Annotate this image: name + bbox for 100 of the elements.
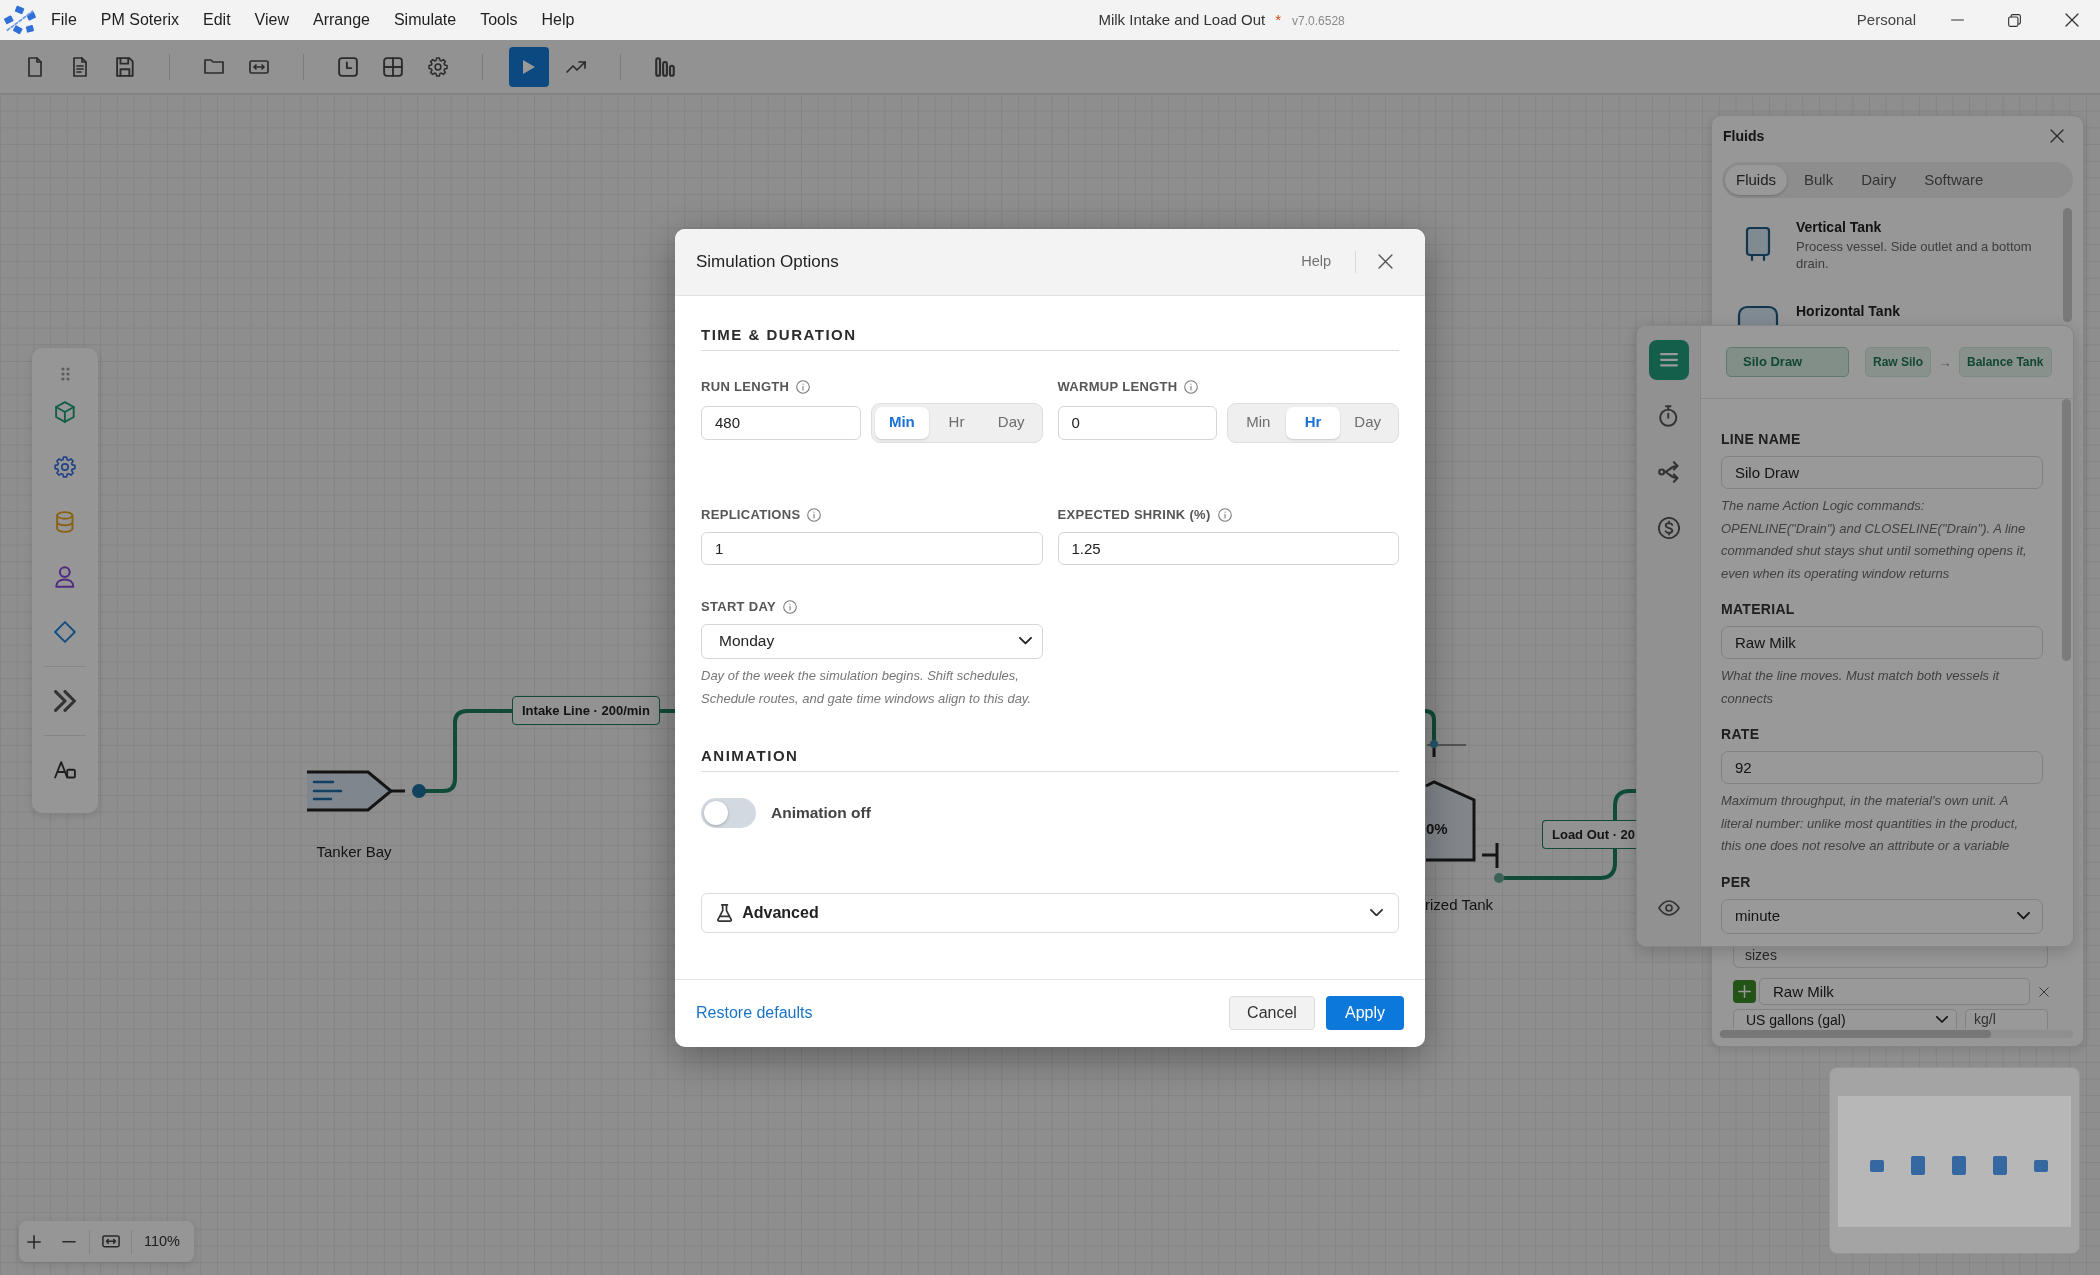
field-label: LINE NAME bbox=[1721, 431, 1802, 447]
scrollbar-track[interactable] bbox=[1720, 1030, 2073, 1038]
advanced-expander[interactable]: Advanced bbox=[701, 892, 1399, 933]
menu-item[interactable]: PM Soterix bbox=[88, 8, 192, 32]
scrollbar-thumb[interactable] bbox=[2063, 208, 2072, 322]
unit-option[interactable]: Day bbox=[983, 406, 1039, 439]
port-icon bbox=[412, 784, 426, 798]
person-icon[interactable] bbox=[55, 566, 75, 588]
folder-icon[interactable] bbox=[204, 59, 224, 74]
item-title[interactable]: Horizontal Tank bbox=[1796, 302, 1900, 320]
eye-icon[interactable] bbox=[1657, 900, 1680, 916]
play-button[interactable] bbox=[509, 46, 549, 87]
dollar-icon[interactable] bbox=[1657, 517, 1680, 539]
help-link[interactable]: Help bbox=[1301, 250, 1331, 273]
text-style-icon[interactable] bbox=[54, 761, 76, 779]
flask-icon bbox=[717, 903, 733, 922]
minimap-node bbox=[1870, 1159, 1884, 1172]
menu-item[interactable]: Tools bbox=[468, 8, 530, 32]
resize-icon[interactable] bbox=[249, 59, 269, 74]
item-title[interactable]: Vertical Tank bbox=[1796, 218, 2041, 236]
menu-item[interactable]: Edit bbox=[191, 8, 243, 32]
tab[interactable]: Bulk bbox=[1793, 165, 1845, 195]
info-icon[interactable] bbox=[1184, 379, 1199, 394]
restore-defaults-link[interactable]: Restore defaults bbox=[696, 1001, 813, 1025]
settings-icon[interactable] bbox=[428, 56, 448, 77]
field-label: PER bbox=[1721, 873, 1752, 890]
unit-option[interactable]: Min bbox=[874, 406, 930, 439]
number-field[interactable]: 480 bbox=[701, 405, 861, 440]
toggle-switch[interactable] bbox=[701, 797, 756, 828]
restore-icon[interactable] bbox=[2008, 13, 2021, 27]
tab[interactable]: Fluids bbox=[1725, 165, 1787, 195]
list-button[interactable] bbox=[1648, 340, 1689, 380]
text-field[interactable]: Raw Milk bbox=[1721, 626, 2043, 659]
scrollbar-thumb[interactable] bbox=[2062, 399, 2071, 661]
unit-option[interactable]: Min bbox=[1231, 406, 1286, 439]
logo-icon[interactable] bbox=[2, 4, 38, 36]
pipe-label: Load Out · 20 bbox=[1542, 820, 1636, 849]
bar-chart-icon[interactable] bbox=[655, 56, 675, 77]
trend-icon[interactable] bbox=[566, 59, 586, 74]
remove-icon[interactable] bbox=[2039, 986, 2049, 997]
field-label: RUN LENGTH bbox=[701, 378, 790, 395]
horizontal-tank-icon[interactable] bbox=[1737, 305, 1779, 325]
minimap-node bbox=[1911, 1156, 1925, 1175]
close-icon[interactable] bbox=[1378, 254, 1393, 269]
document-icon[interactable] bbox=[73, 56, 87, 77]
tab[interactable]: Software bbox=[1913, 165, 1995, 195]
apply-button[interactable]: Apply bbox=[1326, 996, 1404, 1030]
menu-item[interactable]: Simulate bbox=[381, 8, 469, 32]
menu-item[interactable]: Help bbox=[529, 8, 587, 32]
section-heading: ANIMATION bbox=[701, 746, 1399, 772]
info-icon[interactable] bbox=[807, 507, 822, 522]
save-icon[interactable] bbox=[116, 56, 134, 77]
source-chip[interactable]: Raw Silo bbox=[1865, 347, 1931, 377]
density-unit-field[interactable]: kg/l bbox=[1965, 1009, 2048, 1029]
info-icon[interactable] bbox=[1217, 507, 1232, 522]
unit-select[interactable]: US gallons (gal) bbox=[1733, 1009, 1957, 1029]
port-icon bbox=[1480, 841, 1504, 883]
text-field[interactable]: Silo Draw bbox=[1721, 456, 2043, 489]
info-icon[interactable] bbox=[782, 599, 797, 614]
number-field[interactable]: 1.25 bbox=[1057, 531, 1399, 565]
clock-icon[interactable] bbox=[338, 56, 358, 77]
unit-option[interactable]: Hr bbox=[1285, 406, 1341, 439]
day-select[interactable]: Monday bbox=[701, 623, 1043, 659]
number-field[interactable]: 1 bbox=[701, 531, 1043, 565]
add-button[interactable] bbox=[1733, 980, 1756, 1003]
zoom-out-icon[interactable] bbox=[62, 1239, 76, 1244]
menu-item[interactable]: View bbox=[242, 8, 301, 32]
zoom-in-icon[interactable] bbox=[27, 1234, 41, 1249]
port-icon bbox=[1426, 740, 1467, 757]
cube-icon[interactable] bbox=[55, 401, 75, 423]
tab[interactable]: Dairy bbox=[1850, 165, 1908, 195]
text-field[interactable]: 92 bbox=[1721, 751, 2043, 784]
unit-option[interactable]: Day bbox=[1340, 406, 1395, 439]
cancel-button[interactable]: Cancel bbox=[1229, 996, 1315, 1030]
toggle-label: Animation off bbox=[771, 802, 871, 823]
menu-item[interactable]: File bbox=[39, 8, 89, 32]
scrollbar-thumb[interactable] bbox=[1720, 1030, 1991, 1038]
select-field[interactable]: minute bbox=[1721, 898, 2043, 934]
number-field[interactable]: 0 bbox=[1057, 405, 1217, 440]
info-icon[interactable] bbox=[796, 379, 811, 394]
close-icon[interactable] bbox=[2064, 13, 2079, 27]
help-text: Maximum throughput, in the material's own unit. A literal number: unlike most quantities in the product, this one does not resolve an attribute or a variable bbox=[1721, 792, 2019, 855]
item-description: Process vessel. Side outlet and a bottom drain. bbox=[1796, 238, 2033, 272]
grid-icon[interactable] bbox=[383, 56, 403, 77]
fit-to-screen-icon[interactable] bbox=[102, 1235, 120, 1248]
menu-item[interactable]: Arrange bbox=[301, 8, 382, 32]
close-icon[interactable] bbox=[2050, 129, 2064, 143]
stopwatch-icon[interactable] bbox=[1659, 405, 1678, 427]
new-file-icon[interactable] bbox=[28, 56, 42, 77]
unit-option[interactable]: Hr bbox=[929, 406, 984, 439]
destination-chip[interactable]: Balance Tank bbox=[1959, 347, 2052, 377]
node-label: Tanker Bay bbox=[316, 843, 392, 861]
material-field[interactable]: Raw Milk bbox=[1759, 978, 2030, 1005]
drag-handle-icon[interactable] bbox=[60, 367, 70, 381]
branch-icon[interactable] bbox=[1657, 461, 1680, 483]
vertical-tank-icon[interactable] bbox=[1745, 226, 1771, 262]
account-name[interactable]: Personal bbox=[1856, 8, 1916, 32]
double-chevron-icon[interactable] bbox=[54, 690, 76, 712]
diamond-icon[interactable] bbox=[54, 621, 76, 643]
gear-icon[interactable] bbox=[54, 456, 76, 478]
